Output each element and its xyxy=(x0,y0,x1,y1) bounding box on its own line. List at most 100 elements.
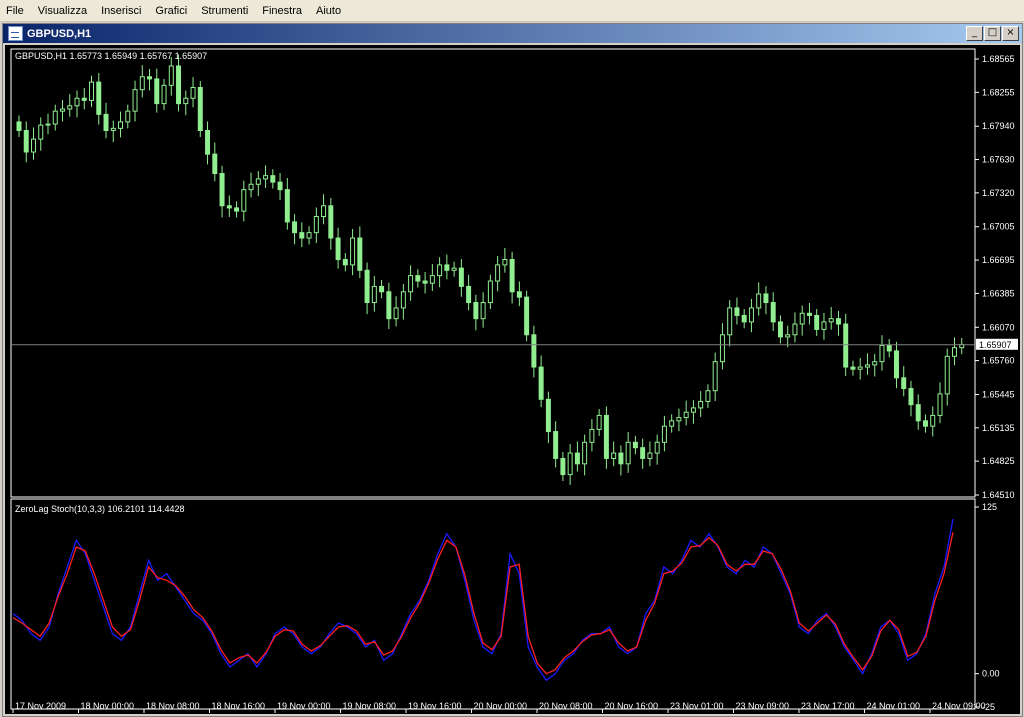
candle-body xyxy=(545,398,551,433)
candle-body xyxy=(676,417,682,422)
time-axis-label: 19 Nov 16:00 xyxy=(408,701,462,711)
chart-info-label: GBPUSD,H1 1.65773 1.65949 1.65767 1.6590… xyxy=(15,51,207,61)
candle-body xyxy=(589,428,595,443)
candle-body xyxy=(698,400,704,409)
minimize-button[interactable]: _ xyxy=(966,26,983,41)
menu-file[interactable]: File xyxy=(0,5,32,17)
candle-body xyxy=(176,65,182,105)
candle-body xyxy=(284,189,290,223)
candle-body xyxy=(154,78,160,105)
candle-body xyxy=(45,123,51,126)
menu-bar: File Visualizza Inserisci Grafici Strumenti F… xyxy=(0,0,1024,22)
maximize-button[interactable]: □ xyxy=(984,26,1001,41)
price-axis-label: 1.66385 xyxy=(982,288,1015,298)
candle-body xyxy=(516,291,522,298)
candle-body xyxy=(734,307,740,316)
time-axis-label: 18 Nov 00:00 xyxy=(81,701,135,711)
price-axis-label: 1.68565 xyxy=(982,54,1015,64)
menu-aiuto[interactable]: Aiuto xyxy=(310,5,349,17)
candle-body xyxy=(937,393,943,416)
price-axis-label: 1.66070 xyxy=(982,322,1015,332)
menu-strumenti[interactable]: Strumenti xyxy=(195,5,256,17)
candle-body xyxy=(422,280,428,284)
menu-inserisci[interactable]: Inserisci xyxy=(95,5,149,17)
candle-body xyxy=(458,267,464,287)
time-axis-label: 23 Nov 01:00 xyxy=(670,701,724,711)
candle-body xyxy=(292,221,298,234)
indicator-info-label: ZeroLag Stoch(10,3,3) 106.2101 114.4428 xyxy=(15,504,184,514)
candle-body xyxy=(408,275,414,293)
candle-body xyxy=(60,108,66,112)
close-button[interactable]: × xyxy=(1002,26,1019,41)
candle-body xyxy=(835,318,841,325)
candle-body xyxy=(553,431,559,459)
candle-body xyxy=(263,175,269,180)
current-price-label: 1.65907 xyxy=(979,340,1012,350)
chart-area[interactable]: 1.68565 1.68255 1.67940 1.67630 1.67320 1.670… xyxy=(5,45,1020,714)
candle-body xyxy=(582,441,588,465)
indicator-axis-label: 0.00 xyxy=(982,669,1000,679)
indicator-panel-frame xyxy=(10,498,976,710)
time-axis-label: 20 Nov 00:00 xyxy=(474,701,528,711)
price-axis-label: 1.66695 xyxy=(982,255,1015,265)
candle-body xyxy=(183,97,189,105)
stoch-signal-line xyxy=(12,532,954,675)
price-axis-label: 1.67940 xyxy=(982,121,1015,131)
candle-body xyxy=(770,302,776,323)
candle-body xyxy=(190,86,196,99)
candle-body xyxy=(857,366,863,370)
candle-body xyxy=(944,355,950,395)
candle-body xyxy=(531,334,537,368)
candle-body xyxy=(741,314,747,323)
menu-grafici[interactable]: Grafici xyxy=(149,5,195,17)
candle-body xyxy=(96,81,102,115)
candle-body xyxy=(843,323,849,368)
price-axis-label: 1.65760 xyxy=(982,356,1015,366)
candle-body xyxy=(31,138,36,153)
candle-body xyxy=(371,285,377,304)
window-title: GBPUSD,H1 xyxy=(27,27,92,40)
time-axis-label: 19 Nov 00:00 xyxy=(277,701,331,711)
candle-body xyxy=(364,269,370,304)
candle-body xyxy=(147,76,153,80)
candle-body xyxy=(226,205,232,209)
candle-body xyxy=(393,307,399,320)
time-axis-label: 18 Nov 08:00 xyxy=(146,701,200,711)
candle-body xyxy=(197,86,203,132)
price-chart[interactable]: 1.68565 1.68255 1.67940 1.67630 1.67320 1.670… xyxy=(5,45,1020,714)
candle-body xyxy=(951,347,957,357)
menu-finestra[interactable]: Finestra xyxy=(256,5,310,17)
candle-body xyxy=(487,280,493,304)
price-axis-label: 1.64825 xyxy=(982,456,1015,466)
candle-body xyxy=(611,452,617,459)
indicator-axis-label: 125 xyxy=(982,502,997,512)
candle-body xyxy=(255,178,261,185)
candle-body xyxy=(473,302,479,320)
candle-body xyxy=(524,296,530,336)
candle-body xyxy=(814,314,820,330)
window-controls: _ □ × xyxy=(966,26,1019,41)
candle-body xyxy=(270,175,276,183)
time-axis-label: 17 Nov 2009 xyxy=(15,701,66,711)
candle-body xyxy=(415,275,421,282)
price-axis-label: 1.67630 xyxy=(982,155,1015,165)
candle-body xyxy=(922,420,928,427)
candle-body xyxy=(872,361,878,366)
candle-body xyxy=(52,110,58,125)
candle-body xyxy=(103,113,109,132)
candle-body xyxy=(893,350,899,379)
menu-visualizza[interactable]: Visualizza xyxy=(32,5,95,17)
candle-body xyxy=(850,366,856,370)
candle-body xyxy=(661,425,667,443)
price-axis-label: 1.68255 xyxy=(982,87,1015,97)
time-axis-label: 19 Nov 08:00 xyxy=(343,701,397,711)
candle-body xyxy=(690,407,696,413)
main-panel-frame xyxy=(10,48,976,498)
candle-body xyxy=(313,216,319,234)
time-axis-label: 18 Nov 16:00 xyxy=(212,701,266,711)
window-title-bar[interactable]: GBPUSD,H1 _ □ × xyxy=(3,24,1022,43)
candle-body xyxy=(640,447,646,459)
candle-body xyxy=(632,441,638,449)
candle-body xyxy=(502,259,508,266)
candle-body xyxy=(806,312,812,316)
